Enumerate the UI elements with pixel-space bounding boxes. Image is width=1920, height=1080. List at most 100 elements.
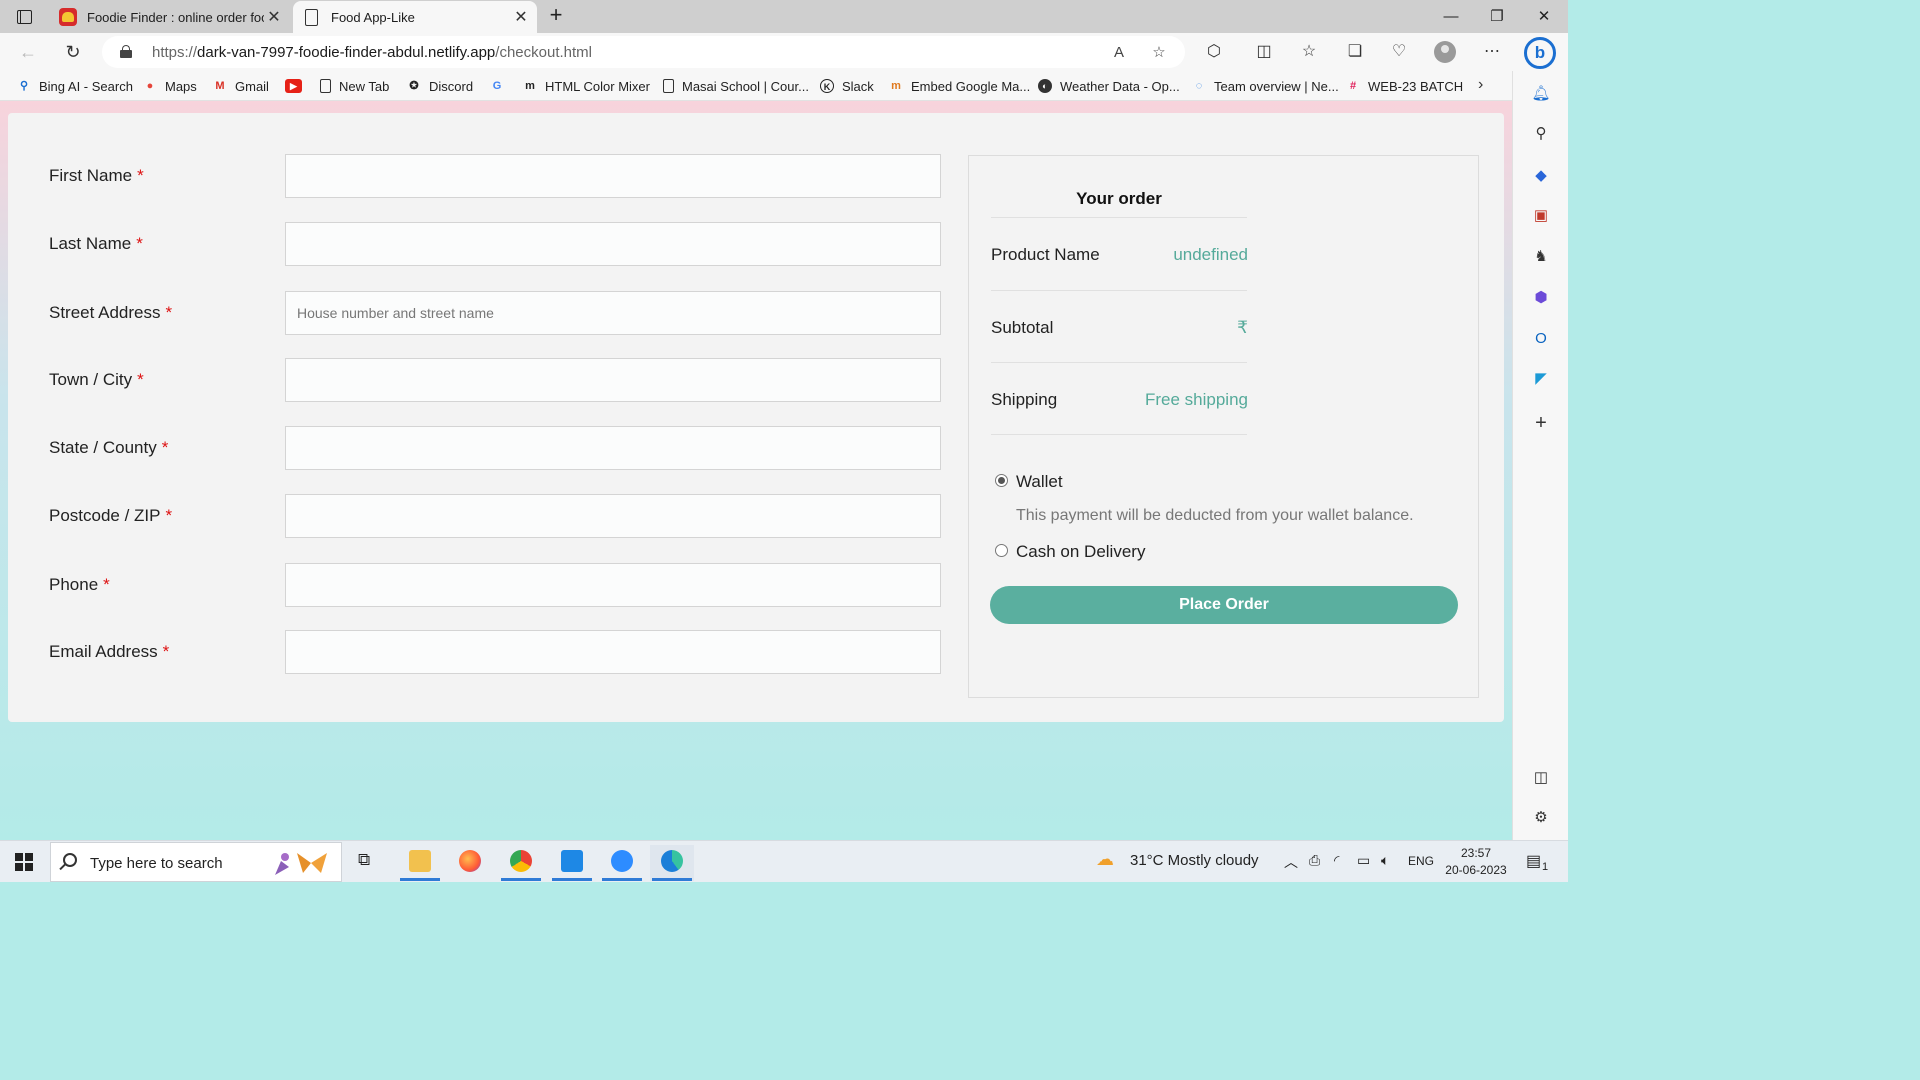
zoom-app[interactable] [600,845,644,881]
back-button[interactable]: ← [14,39,42,65]
wallet-radio[interactable] [995,474,1008,487]
extensions-icon[interactable]: ⬡ [1202,41,1226,63]
bookmark-embed-google-maps[interactable]: m Embed Google Ma... [889,77,1030,95]
firefox-app[interactable] [448,845,492,881]
battery-icon[interactable]: ▭ [1357,852,1370,869]
office-icon[interactable]: ⬢ [1531,288,1551,308]
settings-gear-icon[interactable]: ⚙ [1531,808,1551,828]
chevron-right-icon[interactable]: › [1478,76,1483,94]
shopping-tag-icon[interactable]: ◆ [1531,166,1551,186]
tabs-icon [16,10,32,24]
drop-icon[interactable]: ◤ [1531,369,1551,389]
bell-icon[interactable]: 🔔︎ [1531,84,1551,104]
taskbar-search-box[interactable]: Type here to search [50,842,342,882]
bookmark-maps[interactable]: ● Maps [143,77,197,95]
outlook-icon[interactable]: O [1531,329,1551,349]
tab-foodie-finder[interactable]: Foodie Finder : online order food ✕ [50,1,290,33]
order-title: Your order [1076,189,1162,208]
bookmark-html-color-mixer[interactable]: m HTML Color Mixer [523,77,650,95]
town-city-input[interactable] [285,358,941,402]
sidebar-layout-icon[interactable]: ◫ [1531,768,1551,788]
bookmark-bing-ai[interactable]: ⚲ Bing AI - Search [17,77,133,95]
page-icon [663,79,674,93]
search-icon[interactable]: ⚲ [1531,124,1551,144]
profile-avatar[interactable] [1434,41,1456,63]
edge-app[interactable] [650,845,694,881]
weather-text[interactable]: 31°C Mostly cloudy [1130,852,1259,869]
language-indicator[interactable]: ENG [1408,854,1434,868]
postcode-row: Postcode / ZIP * [49,494,941,538]
close-icon[interactable]: ✕ [264,7,284,27]
bookmark-youtube[interactable]: ▶ [285,77,310,95]
running-indicator [602,878,642,881]
bookmark-gmail[interactable]: M Gmail [213,77,269,95]
chrome-app[interactable] [499,845,543,881]
postcode-input[interactable] [285,494,941,538]
bing-copilot-button[interactable]: b [1524,37,1556,69]
close-window-button[interactable]: ✕ [1520,0,1568,33]
reload-button[interactable]: ↻ [59,39,87,65]
running-indicator [652,878,692,881]
bookmark-discord[interactable]: ✪ Discord [407,77,473,95]
street-address-row: Street Address * [49,291,941,335]
bookmark-new-tab[interactable]: New Tab [320,77,389,95]
phone-input[interactable] [285,563,941,607]
divider [991,362,1247,363]
task-view-icon[interactable]: ⧉ [358,850,370,870]
bookmark-masai-school[interactable]: Masai School | Cour... [663,77,809,95]
weather-cloud-icon[interactable]: ☁ [1096,849,1114,870]
time-text: 23:57 [1460,846,1492,860]
divider [991,434,1247,435]
more-menu-icon[interactable]: ⋯ [1480,41,1504,63]
cod-label[interactable]: Cash on Delivery [1016,542,1145,562]
read-aloud-icon[interactable]: A [1109,43,1129,63]
discord-icon: ✪ [409,80,419,92]
cod-radio[interactable] [995,544,1008,557]
bookmark-web23-batch[interactable]: # WEB-23 BATCH [1346,77,1463,95]
wallet-label[interactable]: Wallet [1016,472,1063,492]
bookmark-label: Slack [842,78,874,94]
tab-strip: Foodie Finder : online order food ✕ Food… [0,0,1568,33]
bookmark-label: Weather Data - Op... [1060,78,1180,94]
favorites-icon[interactable]: ☆ [1297,41,1321,63]
vscode-app[interactable] [550,845,594,881]
street-address-input[interactable] [285,291,941,335]
first-name-input[interactable] [285,154,941,198]
bookmark-google[interactable]: G [490,77,512,95]
meet-icon[interactable]: ⎙ [1309,852,1320,869]
chevron-up-icon[interactable]: ︿ [1284,852,1298,872]
address-bar[interactable]: https://dark-van-7997-foodie-finder-abdu… [102,36,1185,68]
minimize-button[interactable]: — [1427,0,1475,33]
browser-essentials-icon[interactable]: ♡ [1387,41,1411,63]
town-city-label: Town / City * [49,370,144,389]
windows-start-button[interactable] [15,853,33,871]
favorite-star-icon[interactable]: ☆ [1149,43,1169,63]
close-icon[interactable]: ✕ [511,7,531,27]
bookmark-slack[interactable]: K Slack [820,77,874,95]
email-input[interactable] [285,630,941,674]
wifi-icon[interactable]: ◜ [1334,852,1339,869]
restore-button[interactable]: ❐ [1473,0,1521,33]
youtube-icon: ▶ [285,79,302,93]
new-tab-button[interactable]: + [545,4,567,28]
file-explorer-app[interactable] [398,845,442,881]
bookmark-weather-data[interactable]: ◐ Weather Data - Op... [1038,77,1180,95]
phone-row: Phone * [49,563,941,607]
state-county-input[interactable] [285,426,941,470]
running-indicator [552,878,592,881]
tab-food-app-like[interactable]: Food App-Like ✕ [293,1,537,33]
lock-icon [120,45,132,58]
collections-icon[interactable]: ❏ [1343,41,1367,63]
last-name-input[interactable] [285,222,941,266]
bookmark-team-overview[interactable]: ◌ Team overview | Ne... [1192,77,1339,95]
subtotal-value: ₹ [1237,318,1248,337]
games-icon[interactable]: ♞ [1531,247,1551,267]
add-icon[interactable]: + [1531,413,1551,433]
clock[interactable]: 23:57 20-06-2023 [1440,845,1512,879]
volume-icon[interactable]: 🔈︎ [1381,852,1389,869]
tab-actions-button[interactable] [8,5,40,29]
notification-icon[interactable]: ▤ [1526,851,1541,871]
split-screen-icon[interactable]: ◫ [1252,41,1276,63]
toolbox-icon[interactable]: ▣ [1531,206,1551,226]
place-order-button[interactable]: Place Order [990,586,1458,624]
